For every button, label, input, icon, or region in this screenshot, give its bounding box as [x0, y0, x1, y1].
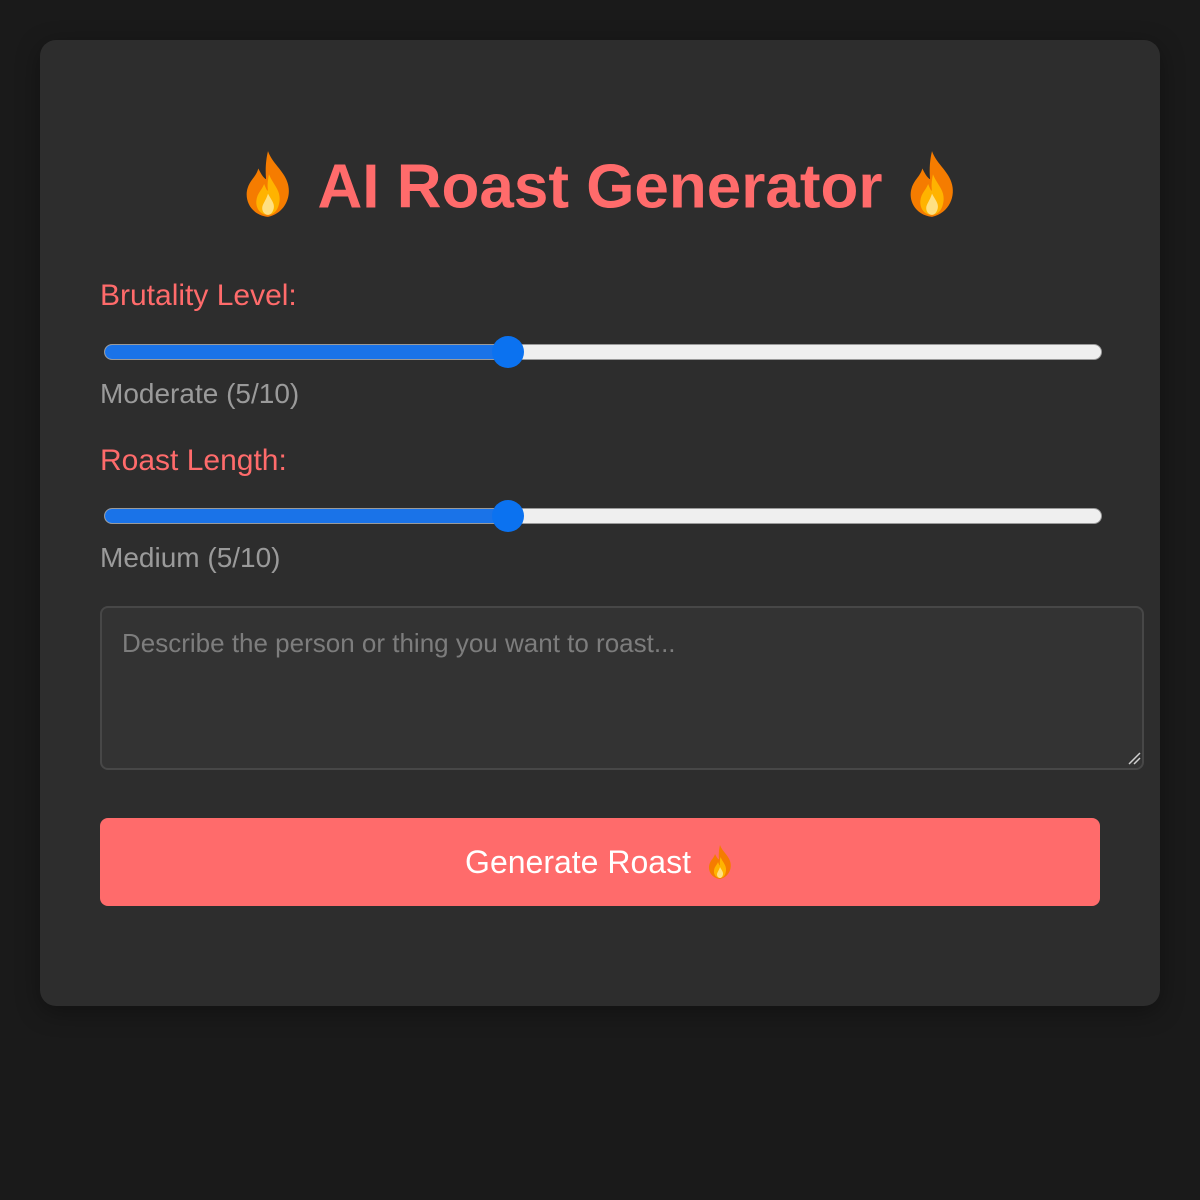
description-input[interactable] [100, 606, 1144, 770]
title-text: AI Roast Generator [317, 152, 883, 222]
generate-button-label: Generate Roast [465, 843, 691, 880]
slider-fill [105, 345, 510, 359]
slider-thumb[interactable] [492, 336, 525, 368]
slider-fill [105, 509, 510, 523]
length-value: Medium (5/10) [100, 542, 281, 573]
slider-track [104, 344, 1102, 360]
resize-grip-icon[interactable] [1127, 751, 1141, 765]
fire-icon [247, 150, 290, 217]
length-slider[interactable] [104, 500, 1102, 532]
fire-icon [910, 150, 953, 217]
slider-track [104, 508, 1102, 524]
length-label: Roast Length: [100, 444, 287, 477]
brutality-value: Moderate (5/10) [100, 378, 300, 409]
slider-thumb[interactable] [492, 500, 525, 532]
generate-roast-button[interactable]: Generate Roast [100, 818, 1100, 906]
page-title: AI Roast Generator [40, 146, 1160, 226]
brutality-label: Brutality Level: [100, 279, 297, 312]
brutality-slider[interactable] [104, 336, 1102, 368]
fire-icon [708, 845, 731, 879]
roast-generator-card: AI Roast Generator Brutality Level: Mode… [40, 40, 1160, 1006]
